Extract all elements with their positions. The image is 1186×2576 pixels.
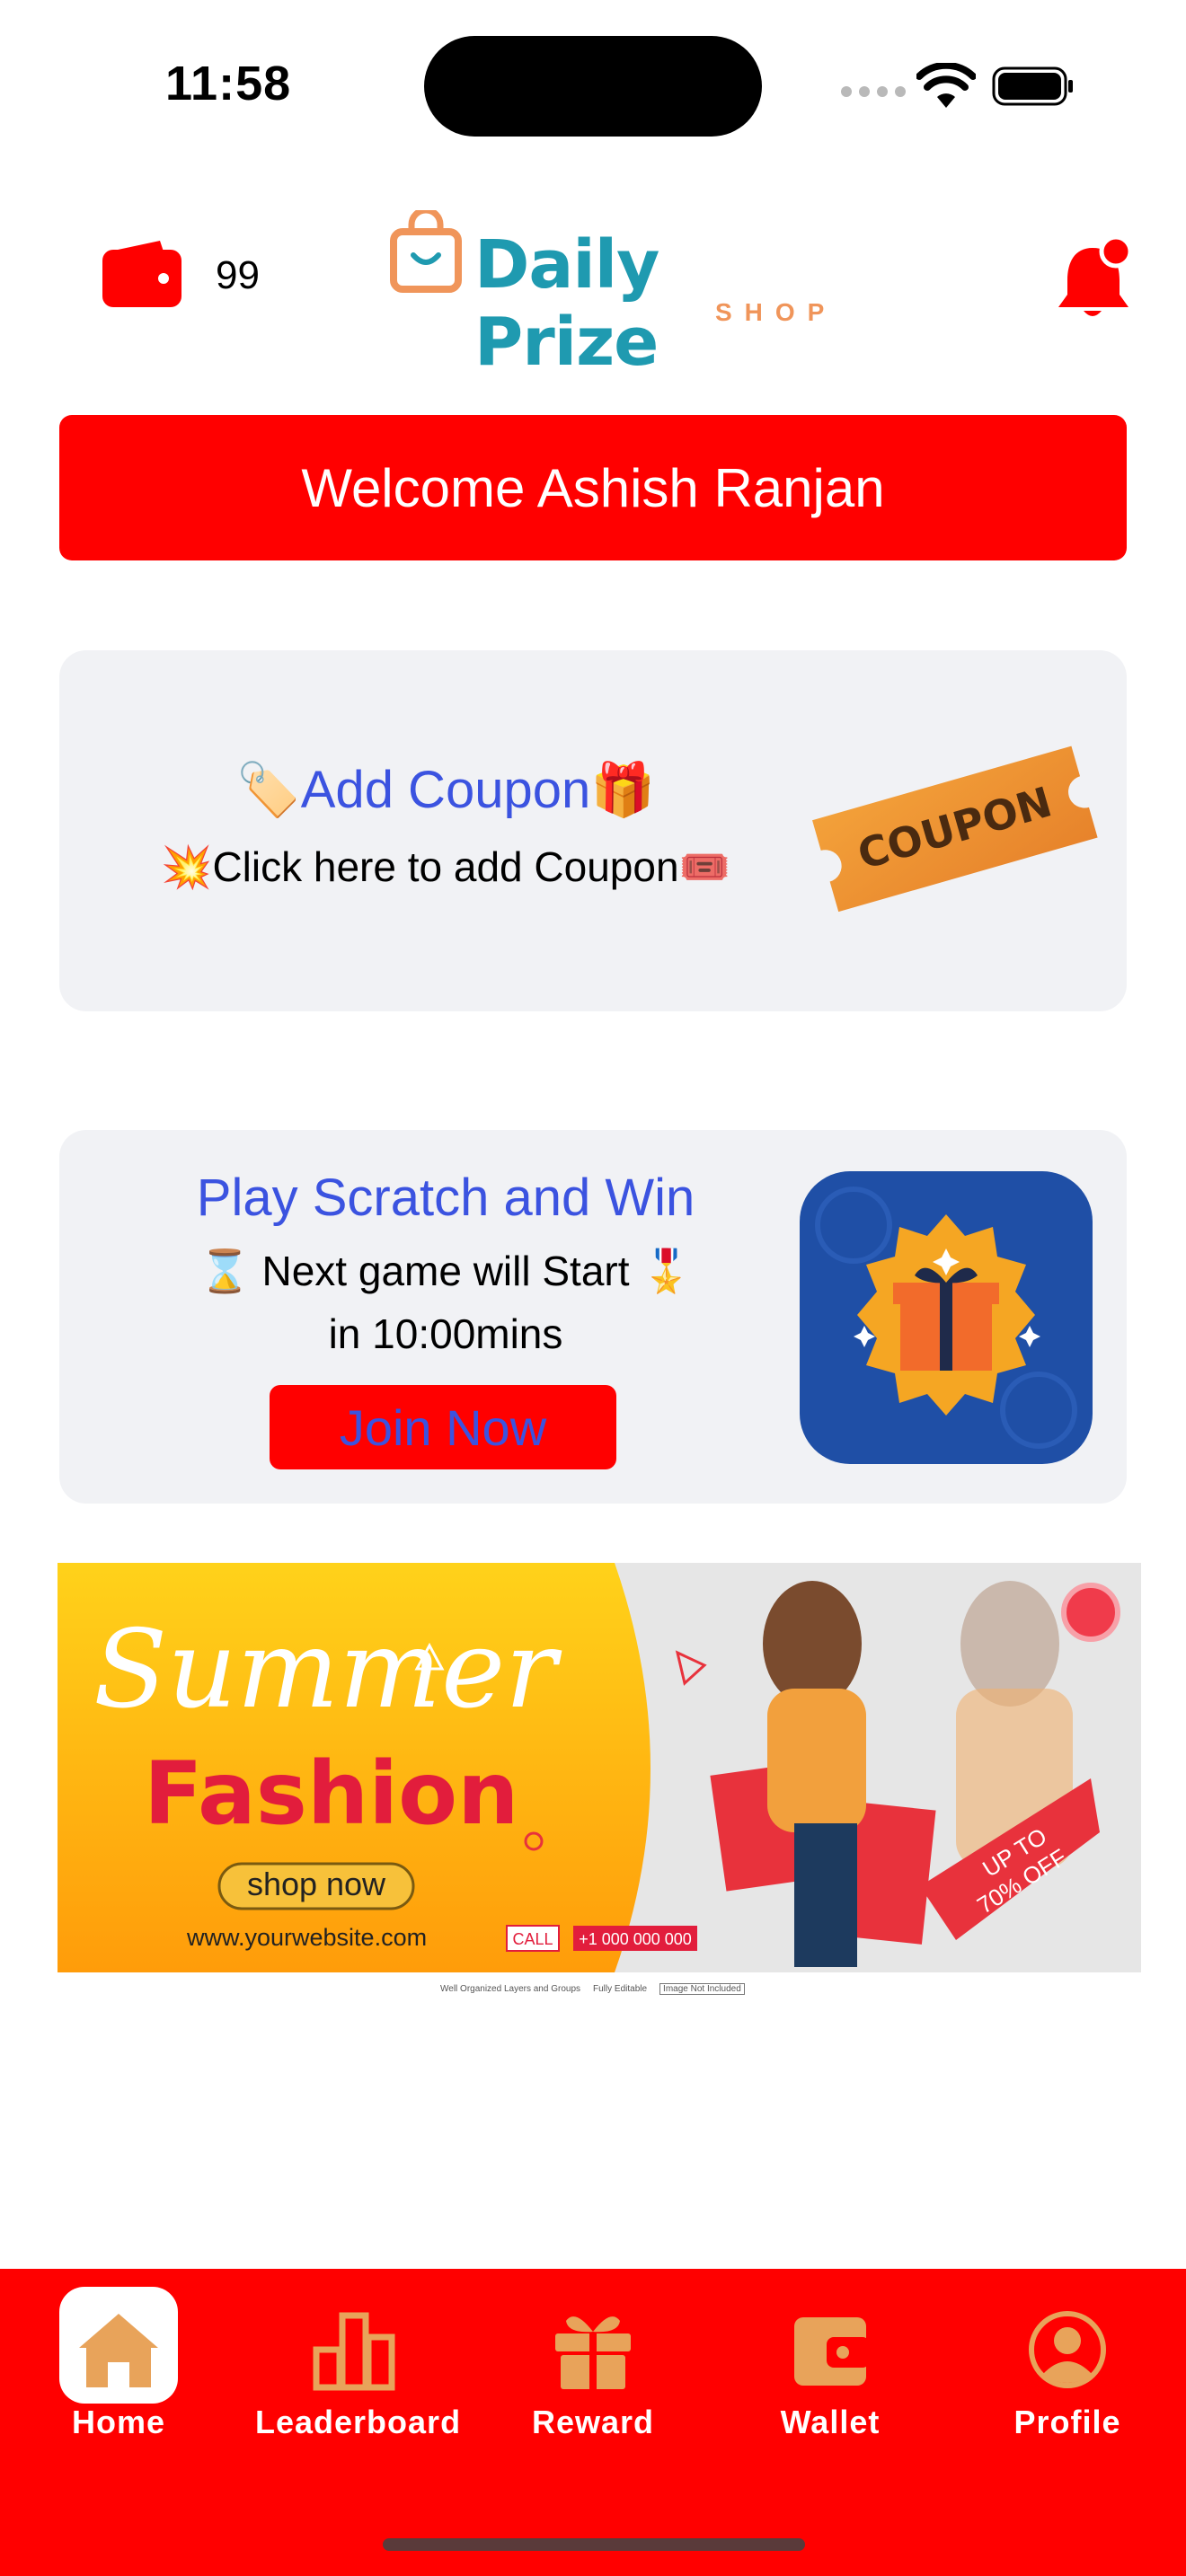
leaderboard-icon <box>313 2312 395 2391</box>
tab-home-label: Home <box>71 2404 166 2440</box>
tab-leaderboard[interactable]: Leaderboard <box>255 2269 462 2466</box>
tab-profile-label: Profile <box>1013 2404 1121 2440</box>
banner-footnote-editable: Fully Editable <box>593 1983 648 1994</box>
wallet-balance: 99 <box>216 253 260 297</box>
profile-icon <box>1029 2311 1106 2388</box>
banner-call-label: CALL <box>512 1930 553 1948</box>
banner-phone: +1 000 000 000 <box>579 1930 692 1948</box>
wifi-icon <box>916 63 976 108</box>
banner-graphic: UP TO 70% OFF Summer Fashion shop now ww… <box>58 1563 1141 1972</box>
battery-icon <box>992 66 1073 106</box>
gift-icon <box>555 2316 631 2389</box>
add-coupon-title: 🏷️Add Coupon🎁 <box>235 761 656 819</box>
next-game-countdown: in 10:00mins <box>328 1310 563 1357</box>
notification-bell-icon[interactable] <box>1053 235 1137 322</box>
bottom-tab-bar: Home Leaderboard Reward Wallet Profile <box>0 2269 1186 2576</box>
summer-fashion-banner[interactable]: UP TO 70% OFF Summer Fashion shop now ww… <box>58 1563 1141 1972</box>
wallet-icon[interactable] <box>101 239 183 309</box>
tab-profile[interactable]: Profile <box>969 2269 1166 2466</box>
coupon-ticket-image: COUPON <box>812 745 1098 913</box>
scratch-and-win-card: Play Scratch and Win ⌛ Next game will St… <box>59 1130 1127 1504</box>
next-game-text: ⌛ Next game will Start 🎖️ <box>199 1248 693 1294</box>
app-logo: Daily Prize SHOP <box>386 210 854 381</box>
gift-badge-image <box>800 1171 1093 1464</box>
home-icon <box>79 2314 158 2387</box>
tab-wallet[interactable]: Wallet <box>731 2269 929 2466</box>
cellular-signal-icon <box>841 86 906 97</box>
add-coupon-subtitle: 💥Click here to add Coupon🎟️ <box>161 843 730 890</box>
banner-headline-summer: Summer <box>93 1608 562 1733</box>
tab-reward-label: Reward <box>531 2404 655 2440</box>
home-indicator <box>383 2538 805 2551</box>
banner-website: www.yourwebsite.com <box>186 1924 427 1951</box>
shopping-bag-icon <box>390 210 462 293</box>
status-time: 11:58 <box>165 57 292 110</box>
logo-subtitle: SHOP <box>715 298 837 326</box>
join-now-button[interactable]: Join Now <box>270 1385 616 1469</box>
banner-headline-fashion: Fashion <box>144 1743 518 1844</box>
banner-footnote: Well Organized Layers and Groups Fully E… <box>440 1976 746 2001</box>
banner-footnote-layers: Well Organized Layers and Groups <box>440 1983 581 1994</box>
tab-home[interactable]: Home <box>20 2269 217 2466</box>
scratch-title: Play Scratch and Win <box>196 1169 695 1227</box>
add-coupon-card[interactable]: 🏷️Add Coupon🎁 💥Click here to add Coupon🎟… <box>59 650 1127 1011</box>
tab-reward[interactable]: Reward <box>494 2269 692 2466</box>
banner-shop-now: shop now <box>247 1866 386 1902</box>
tab-wallet-label: Wallet <box>780 2404 881 2440</box>
banner-footnote-image: Image Not Included <box>659 1982 745 1995</box>
dynamic-island <box>424 36 762 137</box>
tab-leaderboard-label: Leaderboard <box>255 2404 462 2440</box>
wallet-icon <box>794 2317 870 2386</box>
welcome-banner: Welcome Ashish Ranjan <box>59 415 1127 560</box>
